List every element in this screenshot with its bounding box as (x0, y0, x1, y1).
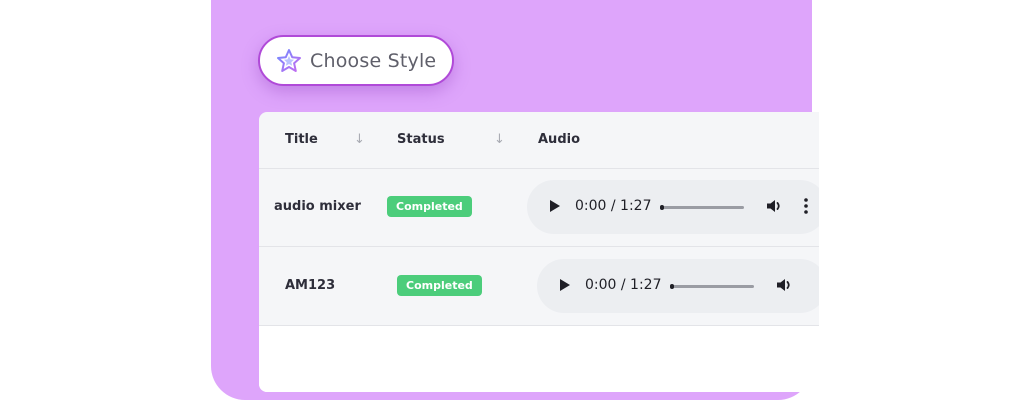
star-icon (277, 48, 301, 72)
play-icon[interactable] (550, 200, 560, 212)
audio-time: 0:00 / 1:27 (585, 277, 662, 293)
status-badge: Completed (387, 196, 472, 217)
audio-time: 0:00 / 1:27 (575, 198, 652, 214)
table-header: Title ↓ Status ↓ Audio (259, 112, 819, 169)
column-header-audio: Audio (538, 132, 581, 147)
audio-table: Title ↓ Status ↓ Audio audio mixer Compl… (259, 112, 819, 392)
audio-player: 0:00 / 1:27 (537, 259, 819, 313)
table-empty-area (259, 326, 819, 392)
audio-player: 0:00 / 1:27 (527, 180, 819, 234)
column-header-status[interactable]: Status (397, 132, 445, 147)
column-header-title[interactable]: Title (285, 132, 318, 147)
volume-icon[interactable] (765, 197, 783, 215)
audio-progress-slider[interactable] (660, 205, 744, 210)
choose-style-button[interactable]: Choose Style (258, 35, 454, 86)
audio-progress-slider[interactable] (670, 284, 754, 289)
row-title: audio mixer (274, 199, 361, 214)
volume-icon[interactable] (775, 276, 793, 294)
more-options-icon[interactable] (804, 196, 808, 216)
sort-arrow-icon[interactable]: ↓ (494, 132, 505, 147)
table-row: AM123 Completed 0:00 / 1:27 (259, 247, 819, 326)
row-title: AM123 (285, 278, 336, 293)
play-icon[interactable] (560, 279, 570, 291)
table-row: audio mixer Completed 0:00 / 1:27 (259, 168, 819, 247)
choose-style-label: Choose Style (310, 49, 437, 72)
sort-arrow-icon[interactable]: ↓ (354, 132, 365, 147)
status-badge: Completed (397, 275, 482, 296)
